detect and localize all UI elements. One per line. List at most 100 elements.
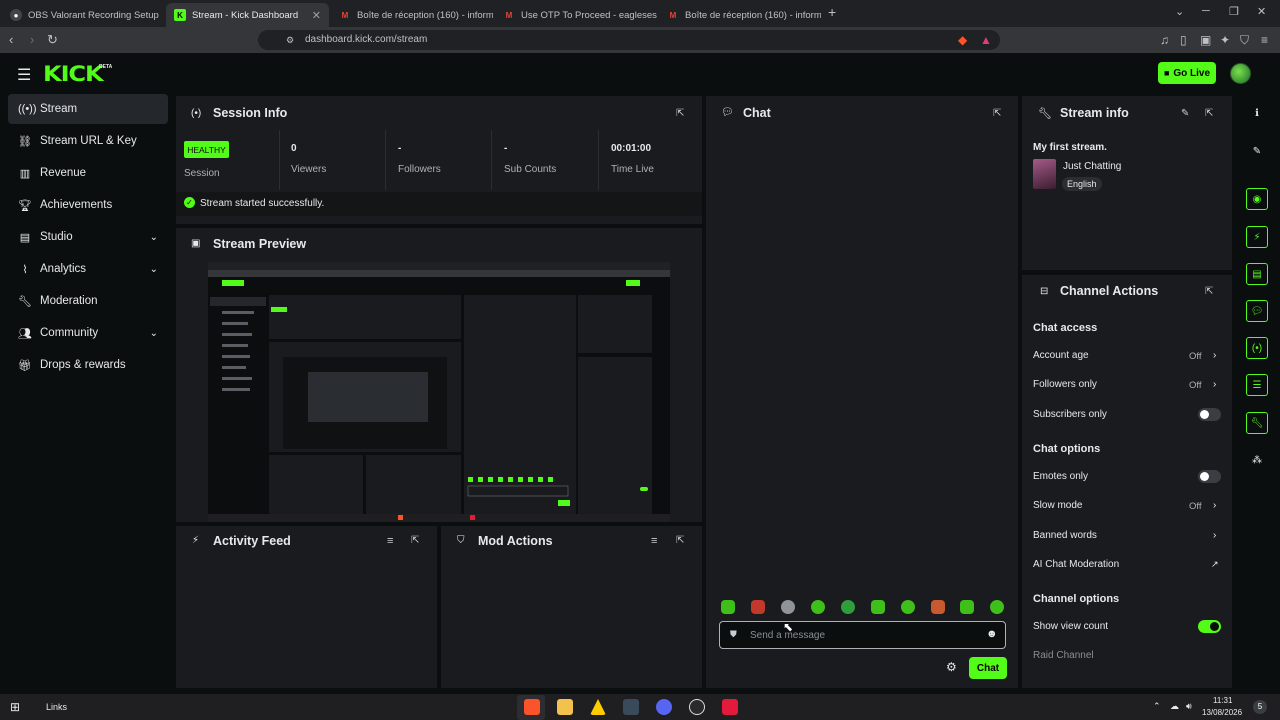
clock-time[interactable]: 11:31 xyxy=(1213,696,1232,705)
popout-icon[interactable]: ⇱ xyxy=(993,108,1001,119)
browser-tab[interactable]: M Boîte de réception (160) - informatio xyxy=(331,3,493,27)
popout-icon[interactable]: ⇱ xyxy=(1205,108,1213,119)
reload-icon[interactable]: ↻ xyxy=(47,32,58,48)
taskbar-search-label[interactable]: Links xyxy=(46,702,67,712)
emote-icon[interactable] xyxy=(990,600,1004,614)
minimize-icon[interactable]: ─ xyxy=(1202,5,1210,17)
emote-icon[interactable] xyxy=(871,600,885,614)
new-tab-icon[interactable]: + xyxy=(828,4,836,20)
sidebar-item-moderation[interactable]: 🔧︎ Moderation xyxy=(8,286,168,316)
brave-shield-icon[interactable]: ◆ xyxy=(958,33,967,47)
back-icon[interactable]: ‹ xyxy=(9,32,13,47)
lightning-icon: ⚡︎ xyxy=(192,535,200,546)
forward-icon[interactable]: › xyxy=(30,32,34,47)
user-avatar[interactable] xyxy=(1230,63,1251,84)
recording-app-icon[interactable] xyxy=(722,699,738,715)
emotes-only-toggle[interactable] xyxy=(1198,470,1221,483)
chat-send-button[interactable]: Chat xyxy=(969,657,1007,679)
subscribers-only-toggle[interactable] xyxy=(1198,408,1221,421)
popout-icon[interactable]: ⇱ xyxy=(411,535,419,546)
info-icon[interactable]: ℹ xyxy=(1246,102,1268,124)
terminal-icon[interactable] xyxy=(623,699,639,715)
emote-icon[interactable] xyxy=(721,600,735,614)
emote-icon[interactable] xyxy=(901,600,915,614)
sidebar-item-stream-url-key[interactable]: ⛓ Stream URL & Key xyxy=(8,126,168,156)
sidebar-toggle-icon[interactable]: ▯ xyxy=(1180,33,1187,47)
emote-icon[interactable] xyxy=(960,600,974,614)
close-window-icon[interactable]: ✕ xyxy=(1257,5,1266,18)
go-live-button[interactable]: ■ Go Live xyxy=(1158,62,1216,84)
chevron-down-icon: ⌄ xyxy=(149,263,158,275)
sidebar-item-label: Revenue xyxy=(40,167,87,179)
row-label: Followers only xyxy=(1033,379,1097,390)
wifi-icon[interactable]: ☁ xyxy=(1170,701,1179,712)
sidebar-item-analytics[interactable]: ⌇ Analytics ⌄ xyxy=(8,254,168,284)
clock-date[interactable]: 13/08/2026 xyxy=(1202,708,1242,717)
chat-bubble-icon[interactable]: 💬︎ xyxy=(1246,300,1268,322)
maximize-icon[interactable]: ❐ xyxy=(1229,5,1239,18)
row-label: Emotes only xyxy=(1033,471,1089,482)
browser-tab[interactable]: ● OBS Valorant Recording Setup xyxy=(2,3,165,27)
popout-icon[interactable]: ⇱ xyxy=(1205,286,1213,297)
chat-settings-gear-icon[interactable]: ⚙ xyxy=(946,660,957,674)
list-icon[interactable]: ☰ xyxy=(1246,374,1268,396)
vpn-icon[interactable]: ⛉ xyxy=(1240,33,1249,48)
sidebar-item-stream[interactable]: ((•)) Stream xyxy=(8,94,168,124)
tab-search-icon[interactable]: ⌄ xyxy=(1175,5,1184,18)
brave-browser-icon[interactable] xyxy=(524,699,540,715)
row-label: Slow mode xyxy=(1033,500,1083,511)
kick-logo[interactable]: KICK xyxy=(43,62,104,86)
edit-pencil-icon[interactable]: ✎ xyxy=(1246,140,1268,162)
site-info-icon[interactable]: ⚙ xyxy=(286,30,294,50)
stream-preview-video[interactable] xyxy=(208,262,670,522)
browser-tab-label: OBS Valorant Recording Setup xyxy=(28,9,159,21)
emote-icon[interactable] xyxy=(811,600,825,614)
stream-category[interactable]: Just Chatting xyxy=(1063,161,1121,172)
emoji-icon[interactable]: ☻ xyxy=(986,628,998,640)
windows-start-icon[interactable]: ⊞ xyxy=(10,700,20,714)
wallet-icon[interactable]: ▣ xyxy=(1200,33,1211,47)
emote-icon[interactable] xyxy=(751,600,765,614)
category-thumbnail[interactable] xyxy=(1033,159,1056,189)
broadcast-icon[interactable]: (•) xyxy=(1246,337,1268,359)
discord-icon[interactable] xyxy=(656,699,672,715)
leo-ai-icon[interactable]: ✦ xyxy=(1220,33,1230,47)
media-icon[interactable]: ♫ xyxy=(1160,33,1169,47)
lightning-icon[interactable]: ⚡︎ xyxy=(1246,226,1268,248)
browser-tab[interactable]: M Use OTP To Proceed - eaglesesp0@gr xyxy=(495,3,657,27)
url-field[interactable]: ⚙ dashboard.kick.com/stream xyxy=(258,30,1000,50)
sidebar-item-studio[interactable]: ▤ Studio ⌄ xyxy=(8,222,168,252)
document-icon[interactable]: ▤ xyxy=(1246,263,1268,285)
sidebar-item-revenue[interactable]: ▥ Revenue xyxy=(8,158,168,188)
filter-icon[interactable]: ≡ xyxy=(387,535,393,547)
raid-channel-label[interactable]: Raid Channel xyxy=(1033,650,1094,661)
add-widget-icon[interactable]: ⁂ xyxy=(1246,449,1268,471)
sidebar-item-drops-rewards[interactable]: 🎁︎ Drops & rewards xyxy=(8,350,168,380)
close-tab-icon[interactable]: ✕ xyxy=(312,9,321,22)
brave-rewards-icon[interactable]: ▲ xyxy=(980,33,992,47)
browser-tab-active[interactable]: K Stream - Kick Dashboard ✕ xyxy=(166,3,329,27)
popout-icon[interactable]: ⇱ xyxy=(676,535,684,546)
obs-icon[interactable] xyxy=(689,699,705,715)
chevron-up-icon[interactable]: ⌃ xyxy=(1153,701,1161,712)
emote-icon[interactable] xyxy=(781,600,795,614)
file-explorer-icon[interactable] xyxy=(557,699,573,715)
emote-icon[interactable] xyxy=(931,600,945,614)
chat-message-input[interactable]: ⛊ Send a message ☻ xyxy=(719,621,1006,649)
hamburger-menu-icon[interactable]: ☰ xyxy=(17,65,31,85)
stat-time-live: 00:01:00 Time Live xyxy=(598,130,702,190)
camera-icon[interactable]: ◉ xyxy=(1246,188,1268,210)
sidebar-item-achievements[interactable]: 🏆︎ Achievements xyxy=(8,190,168,220)
show-view-count-toggle[interactable] xyxy=(1198,620,1221,633)
menu-icon[interactable]: ≡ xyxy=(1261,33,1268,47)
edit-pencil-icon[interactable]: ✎ xyxy=(1181,108,1189,119)
sidebar-item-community[interactable]: 👥︎ Community ⌄ xyxy=(8,318,168,348)
volume-icon[interactable]: 🔊︎ xyxy=(1186,701,1192,712)
popout-icon[interactable]: ⇱ xyxy=(676,108,684,119)
kick-icon: ■ xyxy=(1163,68,1170,78)
wrench-icon[interactable]: 🔧︎ xyxy=(1246,412,1268,434)
filter-icon[interactable]: ≡ xyxy=(651,535,657,547)
browser-tab[interactable]: M Boîte de réception (160) - informatio xyxy=(659,3,821,27)
notification-badge[interactable]: 5 xyxy=(1253,700,1267,714)
emote-icon[interactable] xyxy=(841,600,855,614)
